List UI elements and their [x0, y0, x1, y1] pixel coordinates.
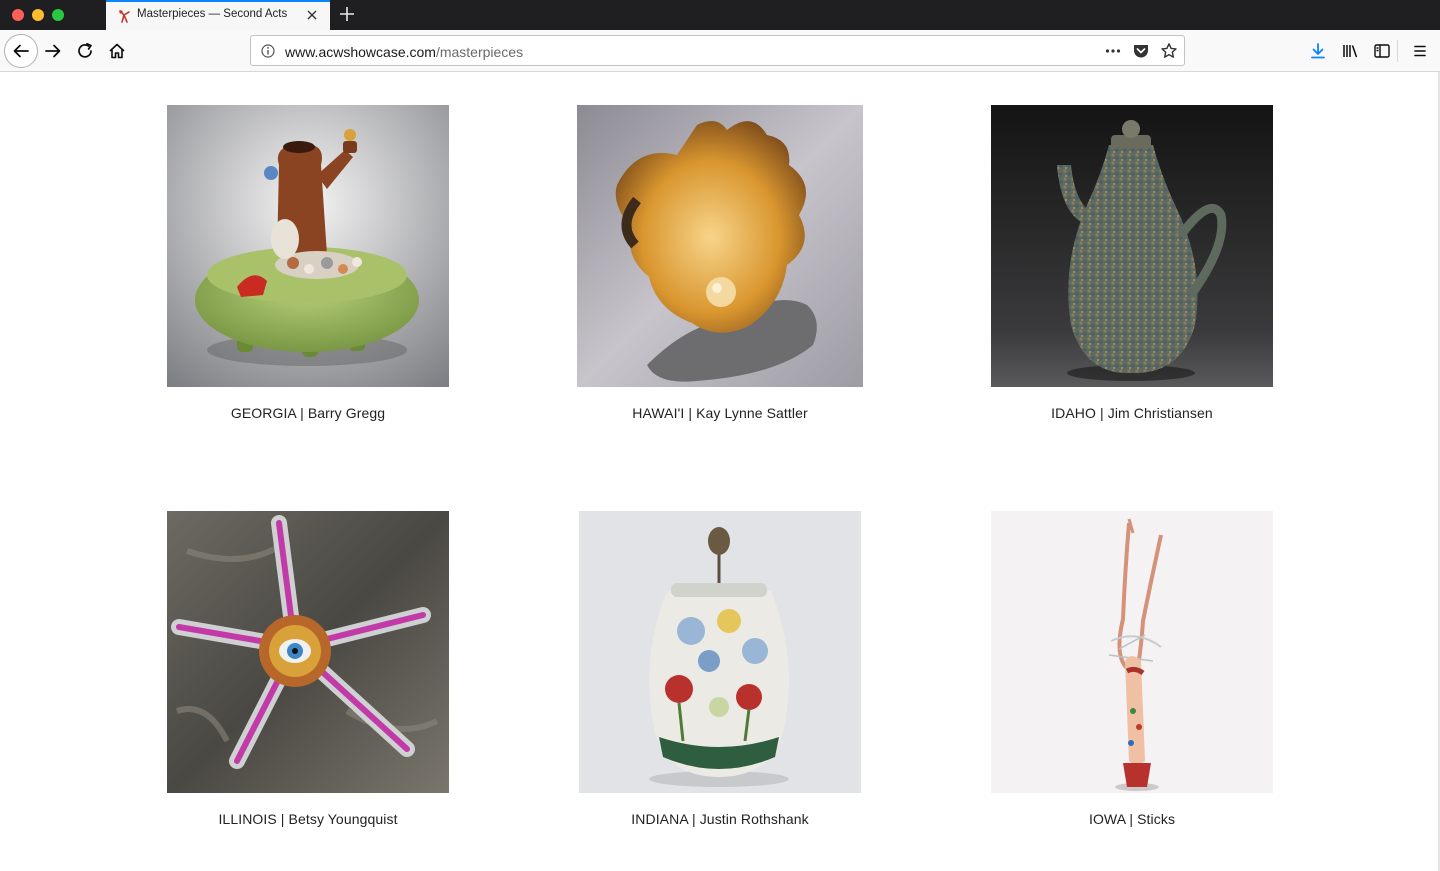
pocket-icon — [1134, 45, 1148, 58]
gold-shell-sculpture-image — [577, 105, 863, 387]
tab-title: Masterpieces — Second Acts — [137, 8, 288, 20]
reload-button[interactable] — [71, 37, 99, 65]
info-icon[interactable] — [261, 44, 275, 58]
mosaic-teapot-image — [991, 105, 1273, 387]
artwork-caption[interactable]: HAWAI'I | Kay Lynne Sattler — [510, 405, 930, 421]
tab-strip: Masterpieces — Second Acts — [0, 0, 1440, 30]
zoom-window-button[interactable] — [52, 9, 64, 21]
url-domain: www.acwshowcase.com — [285, 44, 436, 60]
artwork-caption[interactable]: IOWA | Sticks — [922, 811, 1342, 827]
pocket-button[interactable] — [1132, 42, 1150, 60]
url-bar[interactable]: www.acwshowcase.com/masterpieces — [250, 35, 1185, 66]
bookmark-star-button[interactable] — [1160, 42, 1178, 60]
sidebar-button[interactable] — [1368, 37, 1396, 65]
page-actions-button[interactable] — [1104, 42, 1122, 60]
arrow-left-icon — [13, 44, 29, 58]
arrow-right-icon — [45, 44, 61, 58]
artwork-image-idaho[interactable] — [991, 105, 1273, 387]
more-horizontal-icon — [1105, 49, 1121, 53]
new-tab-icon[interactable] — [338, 5, 356, 23]
sidebar-icon — [1374, 44, 1390, 58]
tree-stump-sculpture-image — [167, 105, 449, 387]
browser-tab[interactable]: Masterpieces — Second Acts — [106, 0, 330, 30]
beaded-starfish-image — [167, 511, 449, 793]
artwork-image-hawaii[interactable] — [577, 105, 863, 387]
star-icon — [1161, 43, 1177, 58]
artwork-image-indiana[interactable] — [579, 511, 861, 793]
url-path: /masterpieces — [435, 44, 524, 60]
downloads-button[interactable] — [1304, 37, 1332, 65]
artwork-caption[interactable]: GEORGIA | Barry Gregg — [98, 405, 518, 421]
hamburger-menu-icon — [1414, 45, 1426, 57]
site-favicon-icon — [119, 10, 130, 23]
artwork-caption[interactable]: INDIANA | Justin Rothshank — [510, 811, 930, 827]
url-text[interactable]: www.acwshowcase.com/masterpieces — [285, 44, 523, 60]
floral-jar-image — [579, 511, 861, 793]
minimize-window-button[interactable] — [32, 9, 44, 21]
back-button[interactable] — [4, 34, 38, 68]
library-button[interactable] — [1336, 37, 1364, 65]
home-icon — [109, 43, 125, 59]
stick-sculpture-image — [991, 511, 1273, 793]
navigation-toolbar: www.acwshowcase.com/masterpieces — [0, 30, 1440, 72]
open-menu-button[interactable] — [1406, 37, 1434, 65]
artwork-image-illinois[interactable] — [167, 511, 449, 793]
forward-button[interactable] — [39, 37, 67, 65]
close-tab-icon[interactable] — [305, 8, 319, 22]
toolbar-divider — [1397, 40, 1398, 62]
library-icon — [1343, 45, 1358, 58]
download-icon — [1311, 43, 1325, 59]
artwork-image-georgia[interactable] — [167, 105, 449, 387]
home-button[interactable] — [103, 37, 131, 65]
reload-icon — [78, 42, 92, 58]
close-window-button[interactable] — [12, 9, 24, 21]
artwork-caption[interactable]: IDAHO | Jim Christiansen — [922, 405, 1342, 421]
artwork-caption[interactable]: ILLINOIS | Betsy Youngquist — [98, 811, 518, 827]
artwork-image-iowa[interactable] — [991, 511, 1273, 793]
